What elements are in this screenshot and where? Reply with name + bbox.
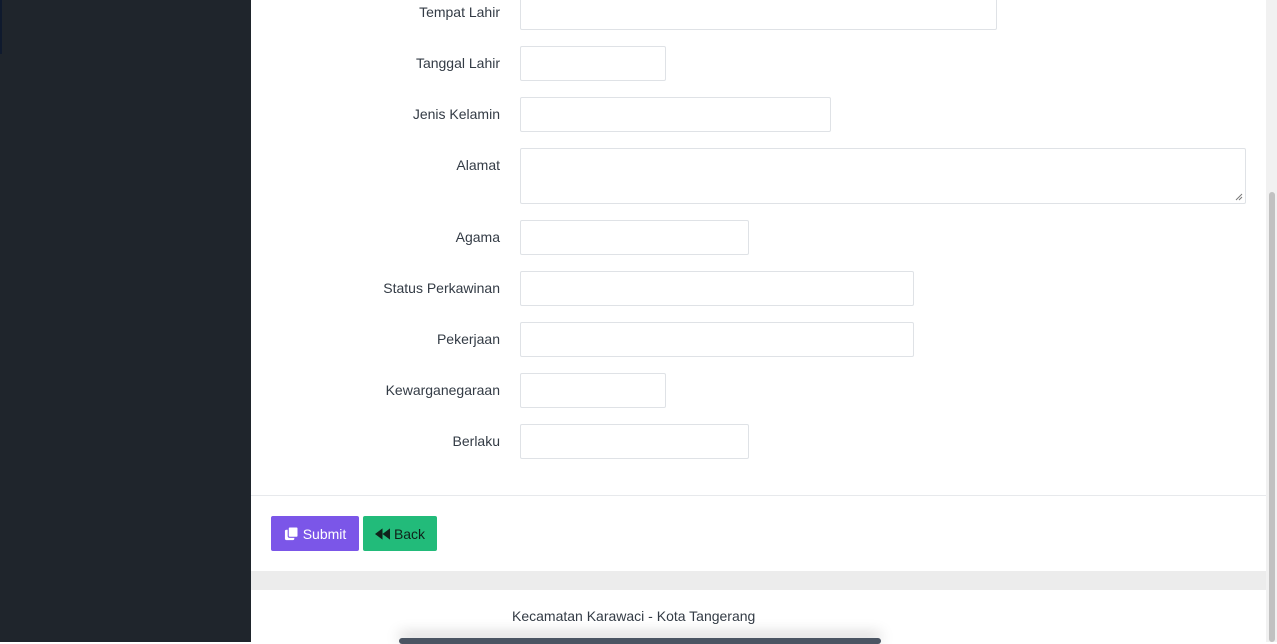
backward-icon [374,527,390,540]
submit-button[interactable]: Submit [271,516,359,551]
scrollbar-thumb[interactable] [1269,192,1275,642]
footer-bar [399,638,881,644]
main-content: Tempat Lahir Tanggal Lahir Jenis Kelamin… [251,0,1266,644]
tempat-lahir-input[interactable] [520,0,997,30]
sidebar-accent [0,0,2,54]
back-button[interactable]: Back [363,516,437,551]
footer-text: Kecamatan Karawaci - Kota Tangerang [512,608,756,624]
alamat-textarea[interactable] [520,148,1246,204]
tanggal-lahir-input[interactable] [520,46,666,81]
form-divider [251,495,1266,496]
pekerjaan-input[interactable] [520,322,914,357]
kewarganegaraan-input[interactable] [520,373,666,408]
berlaku-input[interactable] [520,424,749,459]
content-separator [251,571,1266,590]
back-label: Back [393,525,426,542]
submit-label: Submit [302,525,347,542]
label-agama: Agama [455,229,500,245]
status-perkawinan-input[interactable] [520,271,914,306]
label-pekerjaan: Pekerjaan [436,331,500,347]
label-status-perkawinan: Status Perkawinan [383,280,500,296]
sidebar [0,0,251,642]
jenis-kelamin-input[interactable] [520,97,831,132]
label-tempat-lahir: Tempat Lahir [419,4,500,20]
label-jenis-kelamin: Jenis Kelamin [412,106,500,122]
copy-icon [284,526,299,541]
resize-grip-icon[interactable] [1235,193,1243,201]
agama-input[interactable] [520,220,749,255]
label-kewarganegaraan: Kewarganegaraan [385,382,500,398]
label-berlaku: Berlaku [452,433,500,449]
label-alamat: Alamat [456,157,500,173]
label-tanggal-lahir: Tanggal Lahir [415,55,500,71]
vertical-scrollbar[interactable] [1266,0,1277,642]
